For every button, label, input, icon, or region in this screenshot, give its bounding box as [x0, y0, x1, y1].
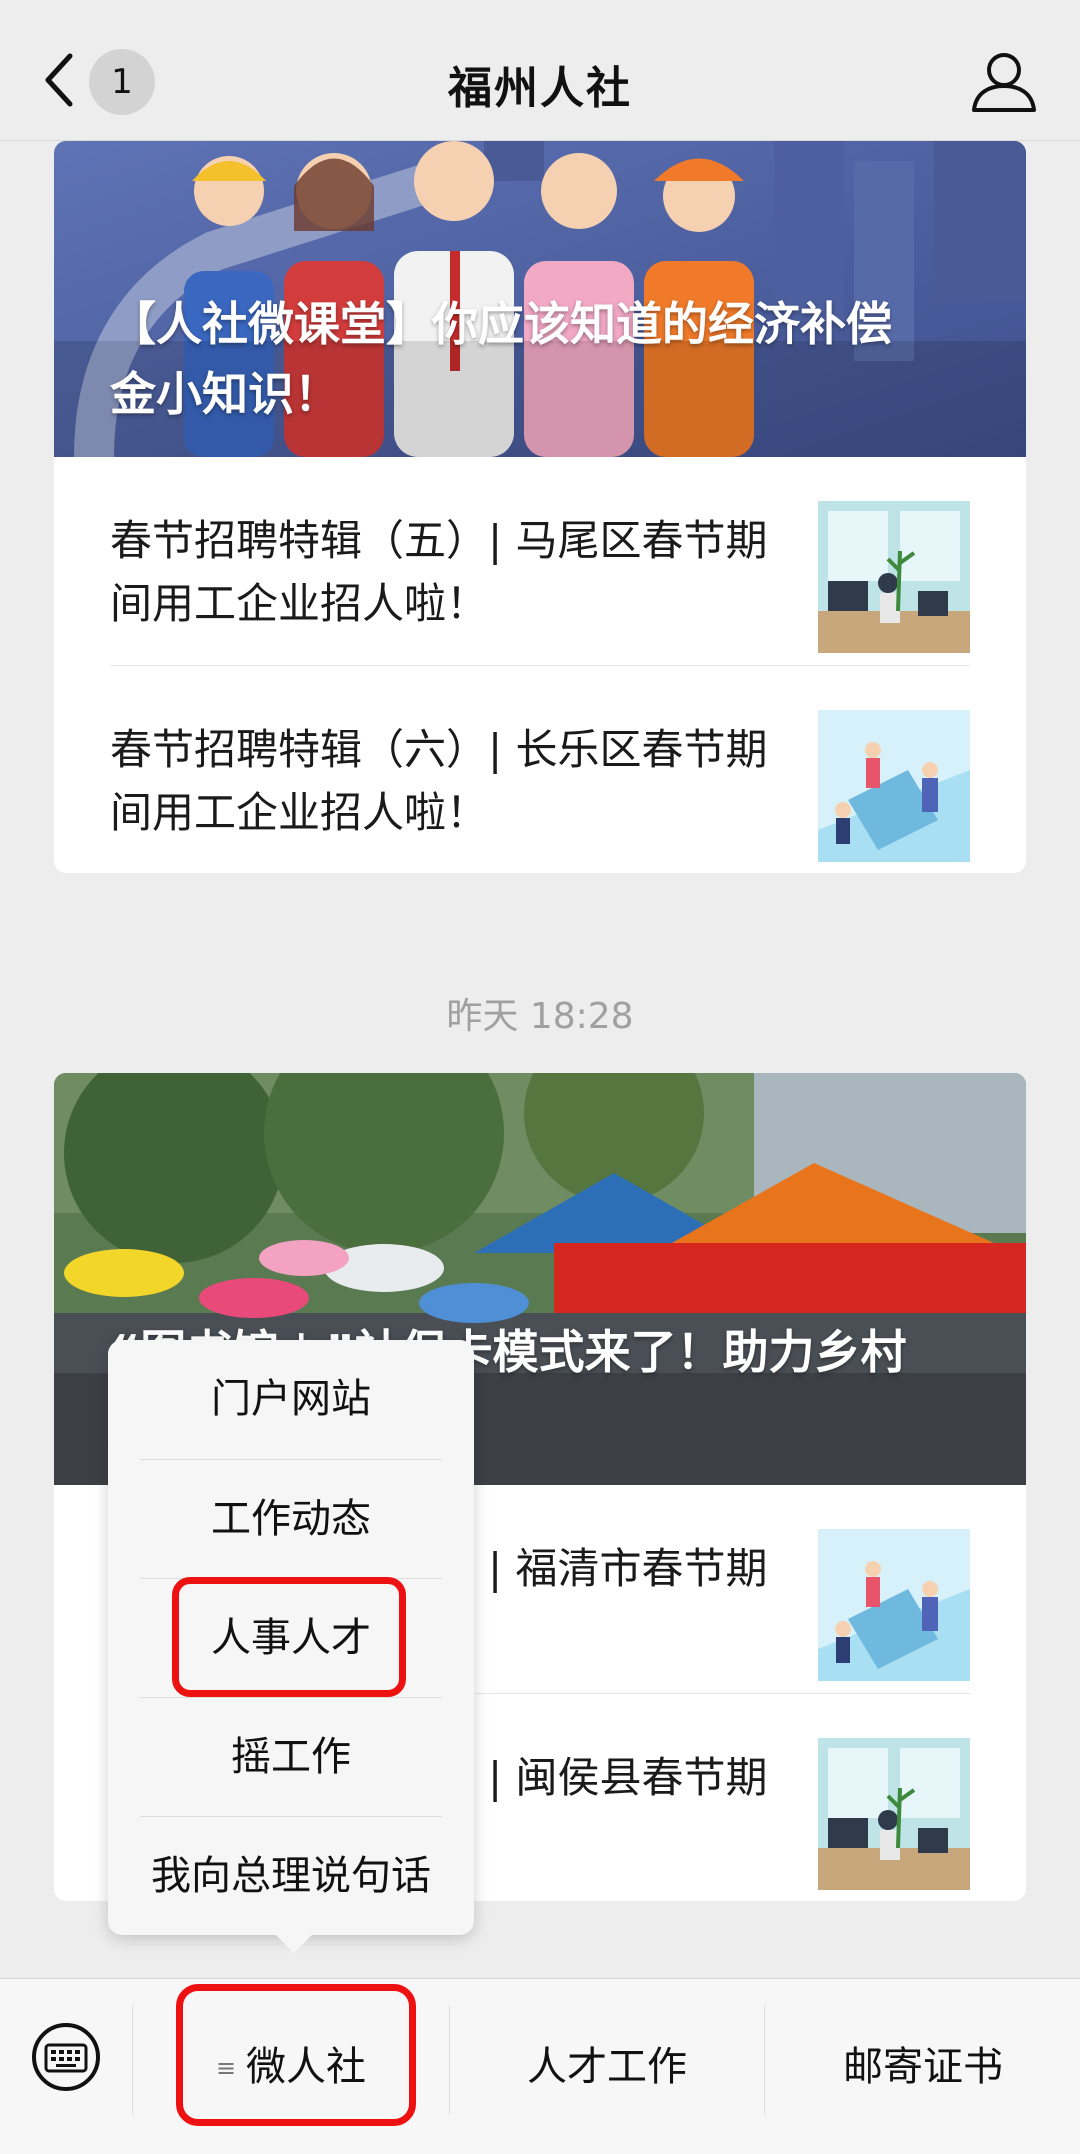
menu-divider: [132, 2005, 133, 2115]
article-list-item[interactable]: 春节招聘特辑（六）| 长乐区春节期间用工企业招人啦！: [110, 665, 970, 873]
submenu-item-personnel-talent[interactable]: 人事人才: [140, 1578, 442, 1697]
article-item-title: 春节招聘特辑（六）| 长乐区春节期间用工企业招人啦！: [110, 725, 768, 837]
bottom-menu-bar: ≡ 微人社 人才工作 邮寄证书: [0, 1978, 1080, 2154]
profile-button[interactable]: [968, 50, 1040, 114]
submenu-item-work-news[interactable]: 工作动态: [140, 1459, 442, 1578]
menu-button-mail-certificate[interactable]: 邮寄证书: [766, 1979, 1080, 2154]
menu-button-label: 人才工作: [527, 2044, 687, 2090]
office-illustration-thumbnail: [818, 501, 970, 653]
keyboard-icon: [32, 2023, 100, 2091]
submenu-popup: 门户网站 工作动态 人事人才 摇工作 我向总理说句话: [108, 1340, 474, 1953]
person-icon: [972, 53, 1036, 112]
article-item-title: 春节招聘特辑（五）| 马尾区春节期间用工企业招人啦！: [110, 516, 768, 628]
cover-title: 【人社微课堂】你应该知道的经济补偿金小知识！: [110, 297, 892, 421]
article-cover[interactable]: 【人社微课堂】你应该知道的经济补偿金小知识！: [54, 141, 1026, 457]
article-list-item[interactable]: 春节招聘特辑（五）| 马尾区春节期间用工企业招人啦！: [110, 457, 970, 665]
submenu-item-message-premier[interactable]: 我向总理说句话: [140, 1816, 442, 1935]
menu-button-talent-work[interactable]: 人才工作: [450, 1979, 764, 2154]
menu-lines-icon: ≡: [215, 2054, 237, 2082]
page-title: 福州人社: [448, 63, 632, 114]
menu-button-label: 微人社: [246, 2044, 367, 2090]
nav-header: 1 福州人社: [0, 0, 1080, 141]
submenu-item-portal[interactable]: 门户网站: [140, 1340, 442, 1459]
menu-divider: [764, 2005, 765, 2115]
message-timestamp: 昨天 18:28: [446, 996, 634, 1037]
menu-button-wei-renshe[interactable]: ≡ 微人社: [134, 1979, 448, 2154]
article-card: 【人社微课堂】你应该知道的经济补偿金小知识！ 春节招聘特辑（五）| 马尾区春节期…: [54, 141, 1026, 873]
submenu-item-shake-job[interactable]: 摇工作: [140, 1697, 442, 1816]
people-illustration-thumbnail: [818, 710, 970, 862]
keyboard-toggle-button[interactable]: [30, 2021, 102, 2093]
people-illustration-thumbnail: [818, 1529, 970, 1681]
menu-button-label: 邮寄证书: [843, 2044, 1003, 2090]
office-illustration-thumbnail: [818, 1738, 970, 1890]
